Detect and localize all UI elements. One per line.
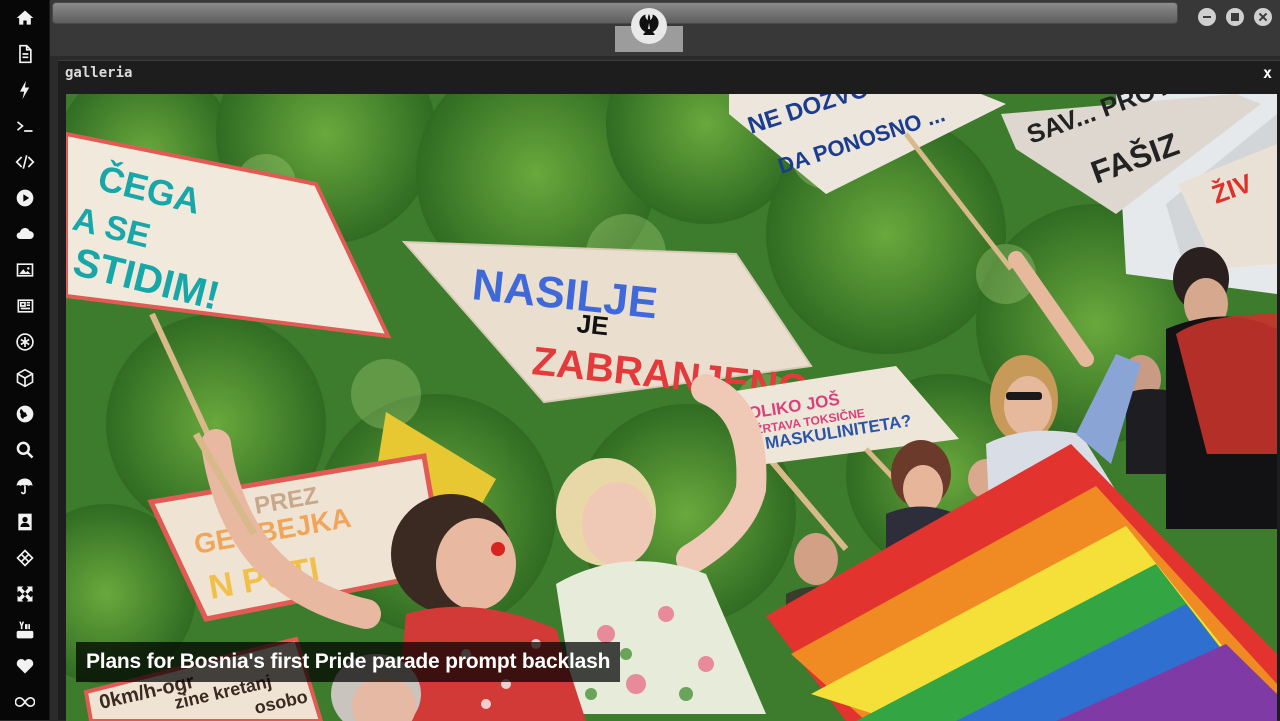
sidebar-item-search[interactable] [13,438,37,462]
close-window-button[interactable] [1254,8,1272,26]
address-bar[interactable] [52,2,1178,24]
sidebar-item-expand[interactable] [13,582,37,606]
sidebar-item-cloud[interactable] [13,222,37,246]
terminal-icon [16,121,33,132]
cloud-icon [16,227,34,239]
sidebar-item-lightning[interactable] [13,78,37,102]
sidebar-item-codepen[interactable] [13,546,37,570]
search-icon [16,441,34,459]
contact-icon [18,513,32,531]
codepen-icon [16,549,34,567]
protest-photo: ČEGA A SE STIDIM! NE DOZVO DA PONOSNO ..… [66,94,1277,721]
window-controls [1198,8,1272,26]
gallery-photo[interactable]: ČEGA A SE STIDIM! NE DOZVO DA PONOSNO ..… [66,94,1277,721]
sidebar-item-play[interactable] [13,186,37,210]
sidebar-item-terminal[interactable] [13,114,37,138]
rebel-alliance-icon [639,14,659,35]
home-icon [16,10,34,25]
sidebar-item-home[interactable] [13,6,37,30]
sidebar-item-heart[interactable] [13,654,37,678]
logo-button[interactable] [631,8,667,44]
svg-text:JE: JE [575,308,610,341]
top-bar [50,0,1280,56]
sidebar-item-globe[interactable] [13,402,37,426]
youtube-icon [16,621,34,639]
close-icon [1259,13,1267,21]
panel-title: galleria [65,65,133,81]
expand-icon [17,586,33,602]
sidebar-item-newspaper[interactable] [13,294,37,318]
sidebar-item-asterisk[interactable] [13,330,37,354]
gallery-panel: galleria x ČEGA A SE STIDIM! NE DOZVO DA… [58,60,1280,721]
maximize-icon [1231,13,1239,21]
sidebar-item-code[interactable] [13,150,37,174]
image-icon [16,263,34,277]
minimize-icon [1203,16,1211,18]
asterisk-icon [16,333,34,351]
sidebar-item-hexagon[interactable] [13,366,37,390]
sidebar-item-youtube[interactable] [13,618,37,642]
umbrella-icon [16,478,33,495]
photo-caption[interactable]: Plans for Bosnia's first Pride parade pr… [76,642,621,682]
sidebar-item-umbrella[interactable] [13,474,37,498]
sidebar [0,0,50,720]
hexagon-icon [16,368,34,388]
sidebar-item-contact[interactable] [13,510,37,534]
panel-close-button[interactable]: x [1263,64,1272,82]
document-icon [19,44,32,64]
maximize-button[interactable] [1226,8,1244,26]
heart-icon [16,658,34,674]
globe-icon [16,405,34,423]
lightning-icon [20,80,30,100]
sidebar-item-infinity[interactable] [13,690,37,714]
newspaper-icon [17,299,34,313]
sidebar-item-image[interactable] [13,258,37,282]
minimize-button[interactable] [1198,8,1216,26]
sidebar-item-document[interactable] [13,42,37,66]
play-icon [16,189,34,207]
code-icon [15,155,35,169]
infinity-icon [15,696,35,708]
